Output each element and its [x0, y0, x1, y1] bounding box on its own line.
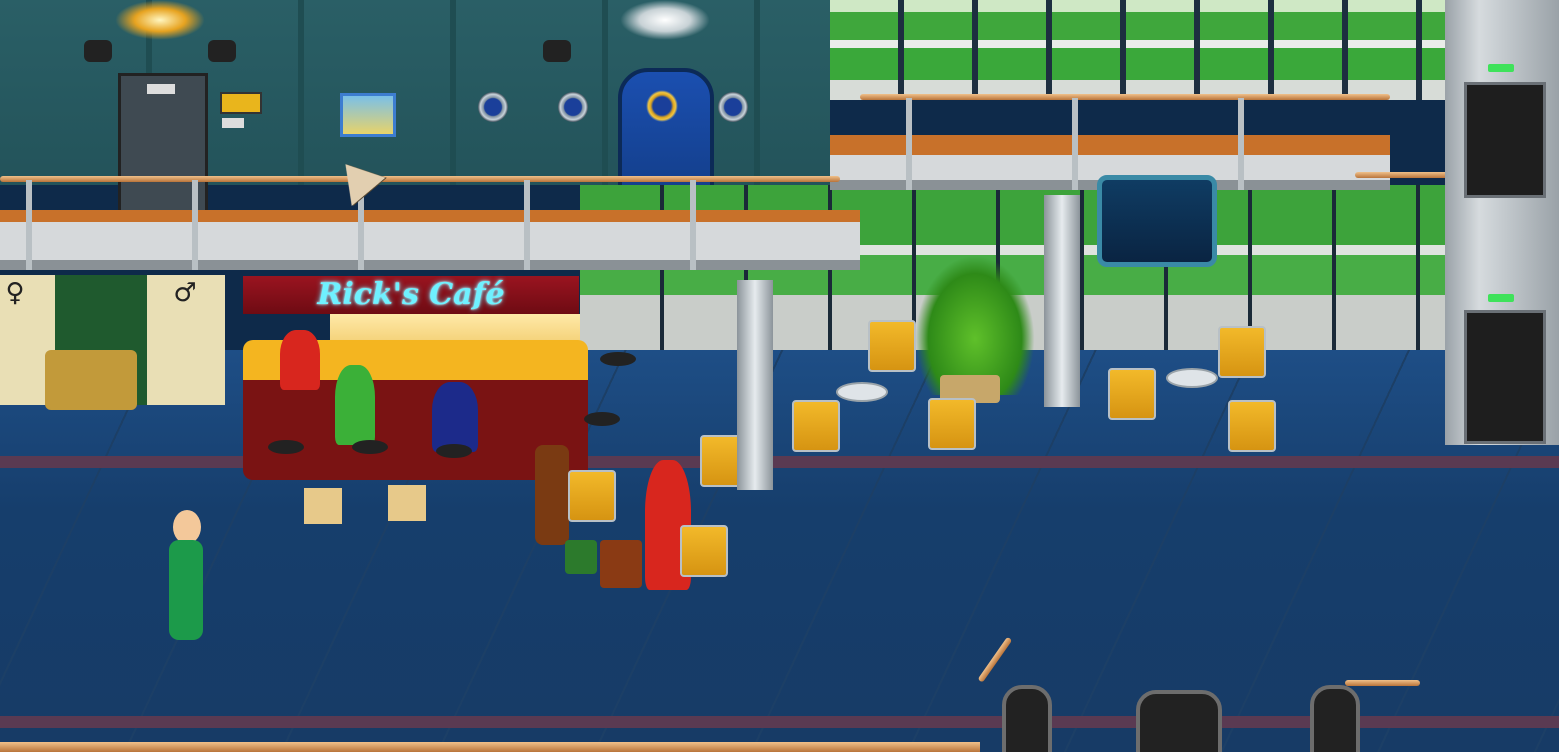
- walkway-railing: [0, 176, 840, 182]
- walkway-railing: [860, 94, 1390, 100]
- bartender[interactable]: [280, 330, 320, 390]
- elevator-door-lower[interactable]: [1464, 310, 1546, 444]
- escalator[interactable]: [1136, 690, 1222, 752]
- player-body: [169, 540, 203, 640]
- green-luggage[interactable]: [565, 540, 597, 574]
- door-porthole: [646, 90, 678, 122]
- porthole-window: [558, 92, 588, 122]
- support-pillar: [1044, 195, 1080, 407]
- porthole-window: [478, 92, 508, 122]
- bottom-railing: [0, 742, 980, 752]
- cage-box[interactable]: [304, 488, 342, 524]
- escalator[interactable]: [1310, 685, 1360, 752]
- upper-walkway[interactable]: [0, 210, 860, 270]
- ceiling-light: [115, 0, 205, 40]
- porthole-window: [718, 92, 748, 122]
- customer-green[interactable]: [335, 365, 375, 445]
- customer-blue[interactable]: [432, 382, 478, 452]
- spotlight-icon: [543, 40, 571, 62]
- player-character[interactable]: [165, 510, 215, 650]
- tv-monitor-icon[interactable]: [1097, 175, 1217, 267]
- elevator-indicator-light: [1488, 64, 1514, 72]
- lounge-table[interactable]: [836, 382, 888, 402]
- lounge-chair[interactable]: [1218, 326, 1266, 378]
- wall-panel: [222, 118, 244, 128]
- lounge-chair[interactable]: [868, 320, 916, 372]
- small-table[interactable]: [45, 350, 137, 410]
- railing-post: [1238, 98, 1244, 190]
- upper-window-view: [830, 0, 1450, 100]
- railing-post: [524, 180, 530, 270]
- wall-picture[interactable]: [340, 93, 396, 137]
- cafe-chair[interactable]: [568, 470, 616, 522]
- player-head: [173, 510, 201, 544]
- lounge-chair[interactable]: [1228, 400, 1276, 452]
- brown-suitcase[interactable]: [600, 540, 642, 588]
- lounge-chair[interactable]: [1108, 368, 1156, 420]
- cage-box[interactable]: [388, 485, 426, 521]
- game-scene[interactable]: ♀ ♂ Rick's Café: [0, 0, 1559, 752]
- ceiling-light: [620, 0, 710, 40]
- escalator-railing: [1345, 680, 1420, 686]
- railing-post: [1072, 98, 1078, 190]
- wall-sign: [220, 92, 262, 114]
- spotlight-icon: [84, 40, 112, 62]
- women-restroom-icon: ♀: [5, 278, 25, 308]
- railing-post: [906, 98, 912, 190]
- potted-plant: [915, 255, 1035, 395]
- escalator[interactable]: [1002, 685, 1052, 752]
- bar-stool[interactable]: [584, 412, 620, 426]
- railing-post: [690, 180, 696, 270]
- railing-post: [26, 180, 32, 270]
- bar-stool[interactable]: [436, 444, 472, 458]
- railing-post: [192, 180, 198, 270]
- floor-stripe: [0, 456, 1559, 468]
- bar-stool[interactable]: [600, 352, 636, 366]
- support-pillar: [737, 280, 773, 490]
- bar-stool[interactable]: [268, 440, 304, 454]
- bar-stool[interactable]: [352, 440, 388, 454]
- men-restroom-icon: ♂: [173, 278, 197, 308]
- lounge-table[interactable]: [1166, 368, 1218, 388]
- lounge-chair[interactable]: [792, 400, 840, 452]
- door-plate: [147, 84, 175, 94]
- lounge-chair[interactable]: [928, 398, 976, 450]
- coat-rack: [535, 445, 569, 545]
- spotlight-icon: [208, 40, 236, 62]
- elevator-door-upper[interactable]: [1464, 82, 1546, 198]
- cafe-sign[interactable]: Rick's Café: [243, 276, 579, 314]
- cafe-chair[interactable]: [680, 525, 728, 577]
- elevator-indicator-light: [1488, 294, 1514, 302]
